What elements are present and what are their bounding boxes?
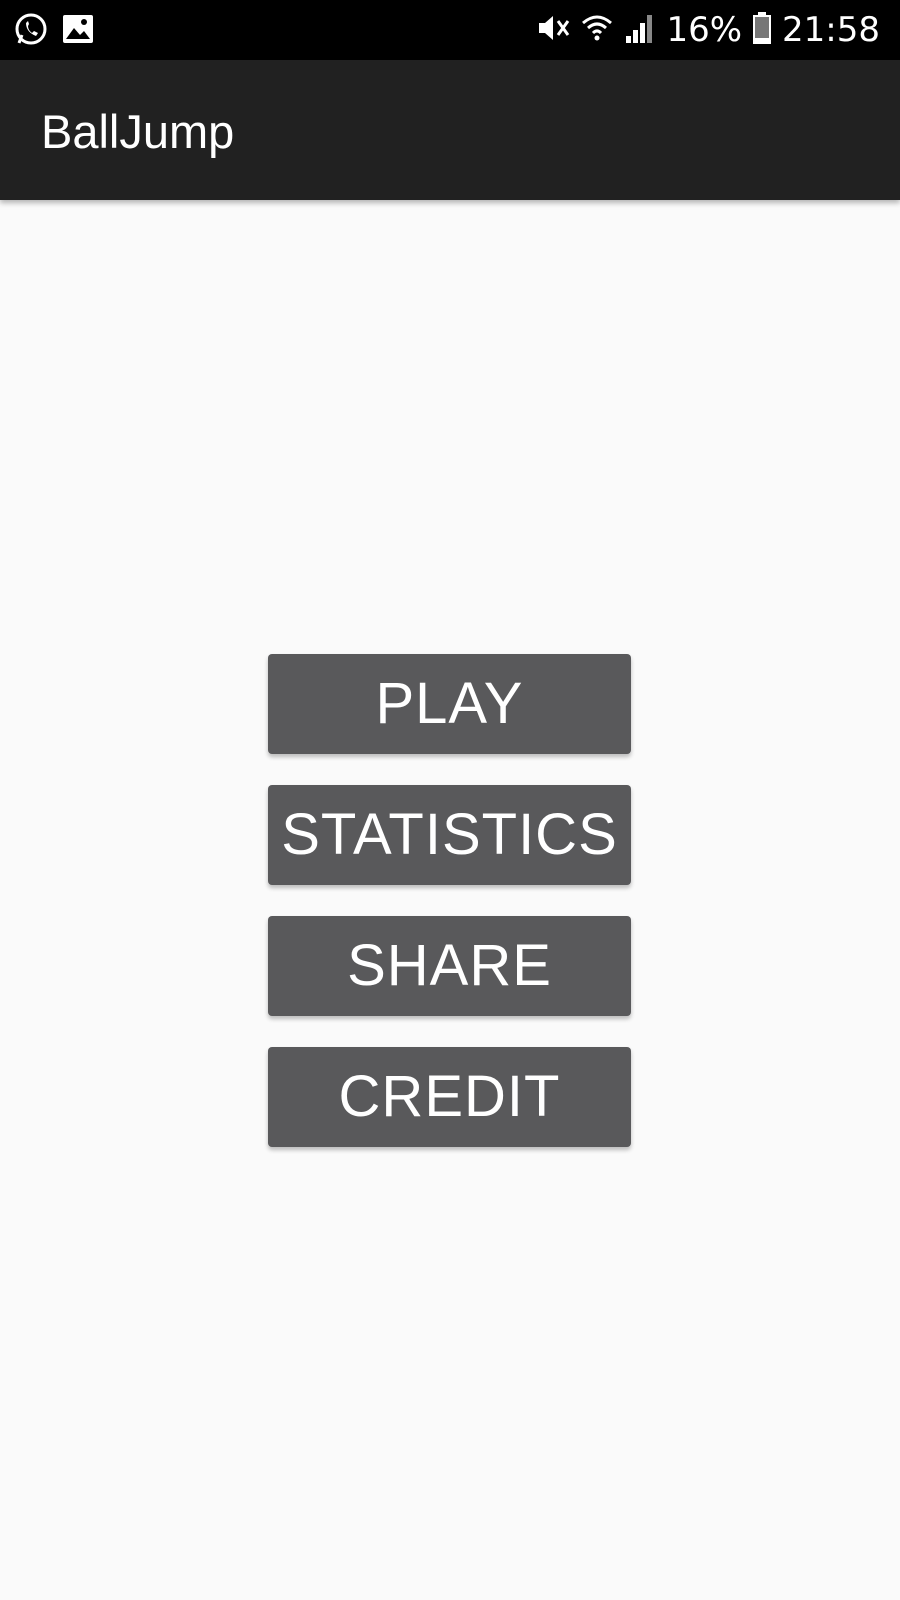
statistics-button[interactable]: STATISTICS [268, 785, 631, 885]
credit-button[interactable]: CREDIT [268, 1047, 631, 1147]
battery-percent: 16% [666, 10, 743, 50]
clock: 21:58 [782, 10, 880, 50]
mute-icon [536, 11, 570, 50]
system-status: 16% 21:58 [536, 0, 880, 60]
battery-icon [752, 11, 772, 50]
app-title: BallJump [41, 105, 235, 158]
notification-icons [14, 12, 94, 51]
gallery-icon [62, 14, 94, 49]
app-bar: BallJump [0, 60, 900, 200]
share-button[interactable]: SHARE [268, 916, 631, 1016]
main-menu: PLAY STATISTICS SHARE CREDIT [268, 654, 631, 1178]
wifi-icon [580, 11, 614, 50]
play-button[interactable]: PLAY [268, 654, 631, 754]
status-bar: 16% 21:58 [0, 0, 900, 60]
whatsapp-icon [14, 12, 48, 51]
signal-icon [624, 12, 656, 49]
